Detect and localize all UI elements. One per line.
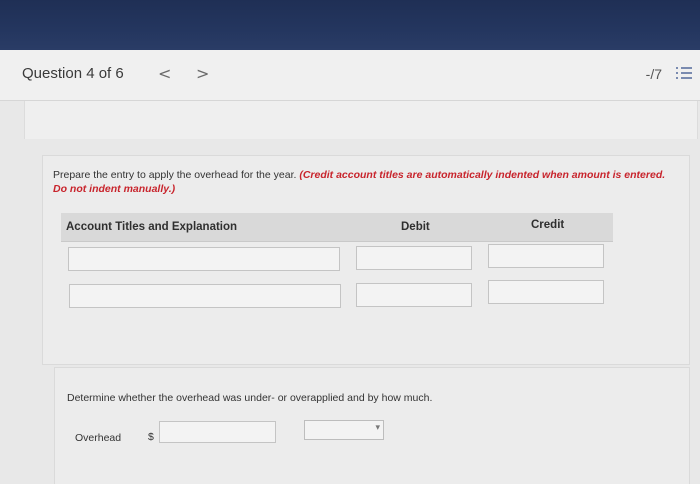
instruction-text: Prepare the entry to apply the overhead … bbox=[53, 169, 300, 181]
question-counter: Question 4 of 6 bbox=[22, 65, 124, 82]
page: Question 4 of 6 < > -/7 Prepare the entr… bbox=[0, 0, 700, 484]
journal-table-header: Account Titles and Explanation Debit Cre… bbox=[61, 213, 613, 242]
top-app-bar bbox=[0, 0, 700, 50]
debit-input[interactable] bbox=[356, 246, 472, 270]
debit-input[interactable] bbox=[356, 283, 472, 307]
overhead-label: Overhead bbox=[75, 432, 122, 444]
next-question-button[interactable]: > bbox=[196, 64, 209, 83]
account-title-input[interactable] bbox=[69, 284, 341, 308]
account-title-input[interactable] bbox=[68, 247, 340, 271]
column-header-credit: Credit bbox=[531, 219, 565, 231]
instructions: Prepare the entry to apply the overhead … bbox=[53, 168, 678, 196]
previous-question-button[interactable]: < bbox=[158, 64, 171, 83]
content-top-strip bbox=[24, 101, 698, 139]
question-header: Question 4 of 6 < > -/7 bbox=[0, 50, 700, 101]
overhead-amount-input[interactable] bbox=[159, 421, 276, 443]
overhead-determination-card: Determine whether the overhead was under… bbox=[54, 367, 690, 484]
currency-symbol: $ bbox=[148, 431, 154, 443]
chevron-down-icon: ▾ bbox=[375, 423, 380, 433]
overhead-status-select[interactable]: ▾ bbox=[304, 420, 384, 440]
column-header-debit: Debit bbox=[401, 221, 430, 233]
journal-entry-card: Prepare the entry to apply the overhead … bbox=[42, 155, 690, 365]
overhead-question: Determine whether the overhead was under… bbox=[67, 392, 433, 404]
credit-input[interactable] bbox=[488, 280, 604, 304]
question-score: -/7 bbox=[645, 66, 662, 82]
credit-input[interactable] bbox=[488, 244, 604, 268]
list-icon[interactable] bbox=[676, 67, 692, 81]
column-header-account: Account Titles and Explanation bbox=[66, 221, 238, 233]
